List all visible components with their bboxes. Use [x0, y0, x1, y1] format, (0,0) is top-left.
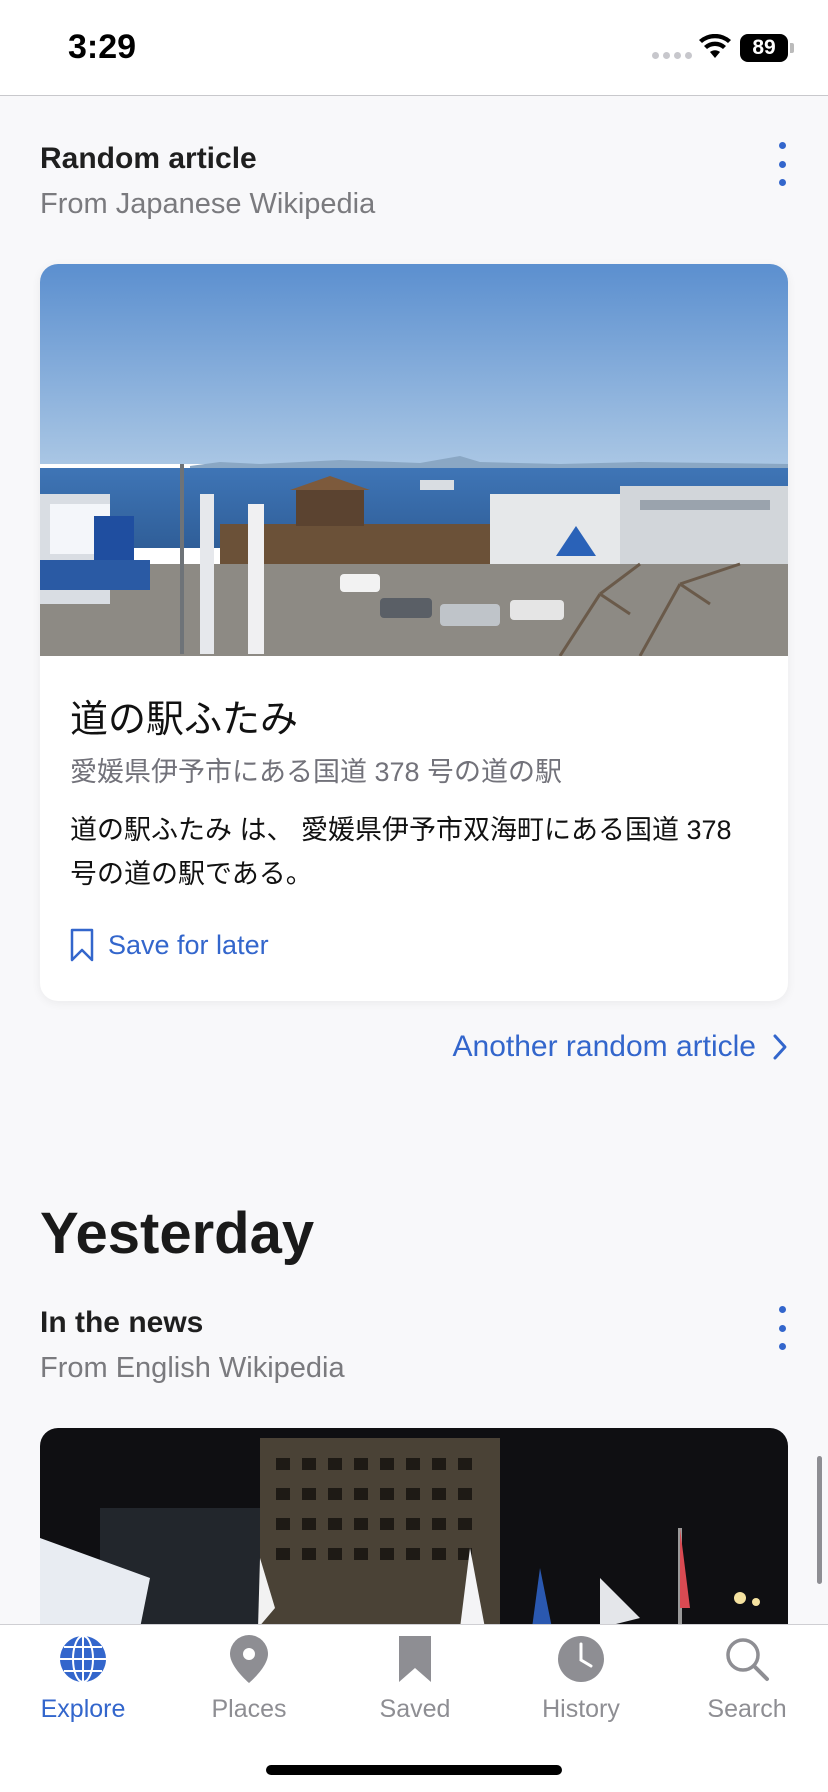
status-time: 3:29	[68, 28, 137, 66]
random-article-card[interactable]: 道の駅ふたみ 愛媛県伊予市にある国道 378 号の道の駅 道の駅ふたみ は、 愛…	[40, 264, 788, 1001]
section-subtitle-random: From Japanese Wikipedia	[40, 188, 376, 220]
globe-icon	[60, 1635, 106, 1683]
battery-indicator: 89	[740, 34, 788, 62]
another-random-article-label: Another random article	[452, 1030, 757, 1063]
home-indicator	[266, 1765, 562, 1775]
tab-places[interactable]: Places	[166, 1625, 332, 1745]
battery-nub	[790, 43, 794, 53]
bookmark-outline-icon	[70, 928, 94, 962]
tab-saved-label: Saved	[379, 1695, 451, 1723]
section-title-news: In the news	[40, 1306, 204, 1339]
article-image	[40, 264, 788, 656]
tab-history[interactable]: History	[498, 1625, 664, 1745]
tab-saved[interactable]: Saved	[332, 1625, 498, 1745]
more-options-icon[interactable]	[770, 142, 794, 186]
day-heading: Yesterday	[40, 1201, 315, 1266]
section-subtitle-news: From English Wikipedia	[40, 1352, 345, 1384]
tab-explore[interactable]: Explore	[0, 1625, 166, 1745]
section-title-random: Random article	[40, 142, 257, 175]
chevron-right-icon	[773, 1034, 787, 1060]
tab-places-label: Places	[211, 1695, 287, 1723]
scrollbar[interactable]	[817, 1456, 822, 1584]
clock-icon	[558, 1636, 604, 1682]
bookmark-icon	[399, 1636, 431, 1682]
article-extract: 道の駅ふたみ は、 愛媛県伊予市双海町にある国道 378 号の道の駅である。	[70, 815, 732, 889]
map-pin-icon	[230, 1635, 268, 1683]
tab-search[interactable]: Search	[664, 1625, 828, 1745]
tab-explore-label: Explore	[40, 1695, 126, 1723]
news-image[interactable]	[40, 1428, 788, 1628]
tab-search-label: Search	[707, 1695, 787, 1723]
more-options-icon-news[interactable]	[770, 1306, 794, 1350]
cellular-signal-icon	[652, 52, 692, 59]
article-title[interactable]: 道の駅ふたみ	[70, 688, 298, 743]
tab-history-label: History	[542, 1695, 620, 1723]
save-for-later-label: Save for later	[108, 929, 269, 960]
status-bar: 3:29 89	[0, 0, 828, 96]
save-for-later-button[interactable]: Save for later	[70, 928, 269, 962]
wifi-icon	[699, 34, 731, 58]
magnifier-icon	[726, 1638, 769, 1681]
article-description: 愛媛県伊予市にある国道 378 号の道の駅	[70, 757, 563, 787]
another-random-article-link[interactable]: Another random article	[453, 1030, 789, 1064]
